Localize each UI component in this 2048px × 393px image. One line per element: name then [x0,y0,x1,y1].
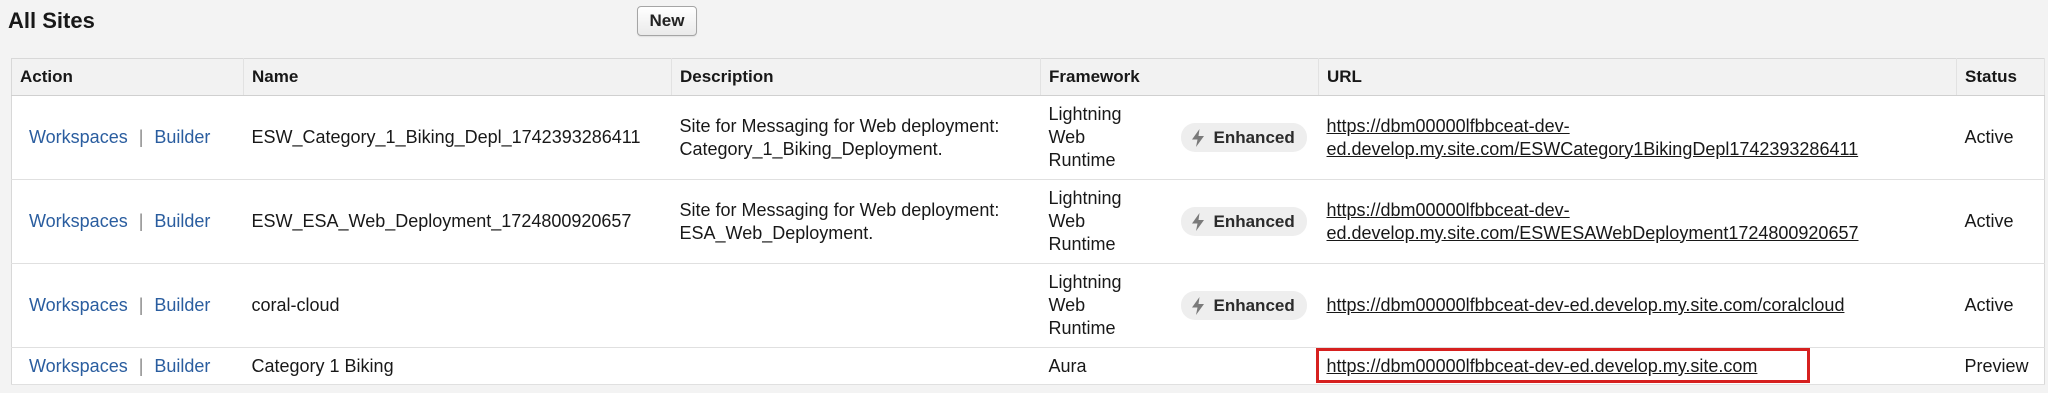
url-cell: https://dbm00000lfbbceat-dev-ed.develop.… [1318,347,1957,385]
description-cell: Site for Messaging for Web deployment: C… [671,95,1041,180]
badge-label: Enhanced [1213,212,1295,231]
new-site-button[interactable]: New [637,6,697,36]
framework-line: Runtime [1048,234,1116,254]
description-line: Site for Messaging for Web deployment: [679,199,1000,220]
workspaces-link[interactable]: Workspaces [29,211,128,231]
table-header-row: Action Name Description Framework URL St… [11,58,2045,96]
action-cell: Workspaces | Builder [11,179,244,264]
framework-line: Lightning [1048,188,1122,208]
framework-line: Web [1048,211,1086,231]
url-line: ed.develop.my.site.com/ESWESAWebDeployme… [1326,222,1859,243]
column-header-action[interactable]: Action [11,58,244,96]
framework-cell: Lightning Web Runtime Enhanced [1040,179,1319,264]
builder-link[interactable]: Builder [154,127,210,147]
status-cell: Active [1956,263,2045,348]
page-header: All Sites New [0,0,2048,50]
lightning-bolt-icon [1191,212,1204,231]
framework-line: Lightning [1048,104,1122,124]
workspaces-link[interactable]: Workspaces [29,295,128,315]
status-cell: Active [1956,95,2045,180]
action-separator: | [138,127,144,147]
lightning-bolt-icon [1191,128,1204,147]
framework-cell: Lightning Web Runtime Enhanced [1040,95,1319,180]
page-title: All Sites [8,8,95,33]
enhanced-badge: Enhanced [1180,291,1307,320]
status-cell: Active [1956,179,2045,264]
action-separator: | [138,211,144,231]
description-line: Site for Messaging for Web deployment: [679,115,1000,136]
sites-table: Action Name Description Framework URL St… [11,58,2045,385]
column-header-description[interactable]: Description [671,58,1041,96]
framework-line: Runtime [1048,150,1116,170]
framework-line: Lightning [1048,272,1122,292]
site-name-cell: ESW_Category_1_Biking_Depl_1742393286411 [243,95,672,180]
badge-label: Enhanced [1213,296,1295,315]
status-cell: Preview [1956,347,2045,385]
workspaces-link[interactable]: Workspaces [29,356,128,376]
enhanced-badge: Enhanced [1180,123,1307,152]
url-cell: https://dbm00000lfbbceat-dev- ed.develop… [1318,179,1957,264]
table-row: Workspaces | Builder ESW_Category_1_Biking… [11,95,2045,180]
framework-line: Web [1048,127,1086,147]
description-cell: Site for Messaging for Web deployment: E… [671,179,1041,264]
url-line: ed.develop.my.site.com/ESWCategory1Bikin… [1326,138,1859,159]
builder-link[interactable]: Builder [154,356,210,376]
table-row: Workspaces | Builder ESW_ESA_Web_Deploymen… [11,179,2045,264]
site-url-link[interactable]: https://dbm00000lfbbceat-dev- ed.develop… [1327,116,1859,159]
enhanced-badge: Enhanced [1180,207,1307,236]
description-line: ESA_Web_Deployment. [679,222,874,243]
action-cell: Workspaces | Builder [11,347,244,385]
url-line: https://dbm00000lfbbceat-dev- [1326,199,1570,220]
url-cell: https://dbm00000lfbbceat-dev-ed.develop.… [1318,263,1957,348]
column-header-status[interactable]: Status [1956,58,2045,96]
column-header-url[interactable]: URL [1318,58,1957,96]
table-row: Workspaces | Builder Category 1 Biking Aur… [11,347,2045,385]
lightning-bolt-icon [1191,296,1204,315]
url-cell: https://dbm00000lfbbceat-dev- ed.develop… [1318,95,1957,180]
site-name-cell: coral-cloud [243,263,672,348]
description-cell [671,263,1041,348]
column-header-framework[interactable]: Framework [1040,58,1319,96]
builder-link[interactable]: Builder [154,211,210,231]
badge-label: Enhanced [1213,128,1295,147]
site-url-link[interactable]: https://dbm00000lfbbceat-dev-ed.develop.… [1327,356,1758,376]
workspaces-link[interactable]: Workspaces [29,127,128,147]
action-cell: Workspaces | Builder [11,263,244,348]
action-separator: | [138,295,144,315]
framework-cell: Aura [1040,347,1319,385]
builder-link[interactable]: Builder [154,295,210,315]
column-header-name[interactable]: Name [243,58,672,96]
table-row: Workspaces | Builder coral-cloud Lightning… [11,263,2045,348]
url-line: https://dbm00000lfbbceat-dev- [1326,115,1570,136]
site-name-cell: ESW_ESA_Web_Deployment_1724800920657 [243,179,672,264]
action-separator: | [138,355,144,376]
action-cell: Workspaces | Builder [11,95,244,180]
framework-line: Web [1048,295,1086,315]
description-line: Category_1_Biking_Deployment. [679,138,943,159]
site-name-cell: Category 1 Biking [243,347,672,385]
site-url-link[interactable]: https://dbm00000lfbbceat-dev- ed.develop… [1327,200,1859,243]
framework-cell: Lightning Web Runtime Enhanced [1040,263,1319,348]
description-cell [671,347,1041,385]
site-url-link[interactable]: https://dbm00000lfbbceat-dev-ed.develop.… [1327,295,1845,315]
framework-line: Runtime [1048,318,1116,338]
